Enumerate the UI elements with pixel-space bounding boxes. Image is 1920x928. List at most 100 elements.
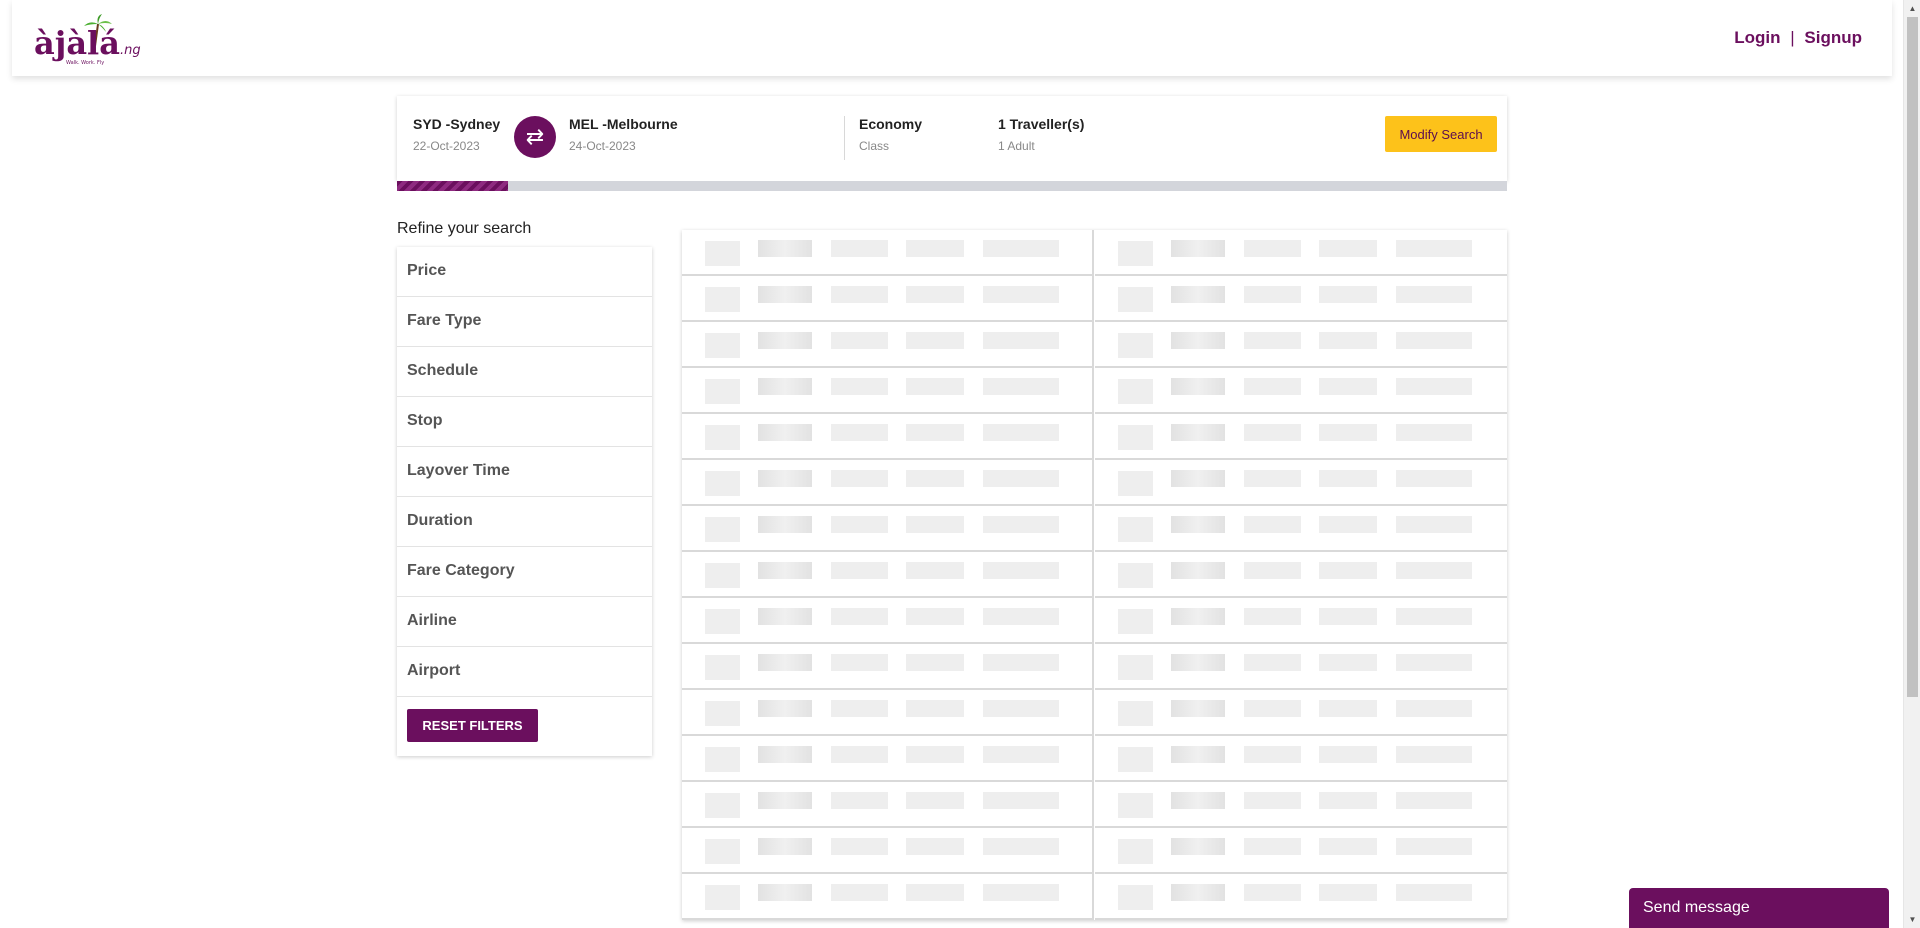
- skeleton-placeholder: [1244, 470, 1301, 487]
- skeleton-placeholder: [1244, 746, 1301, 763]
- skeleton-placeholder: [1396, 654, 1472, 671]
- skeleton-placeholder: [1396, 470, 1472, 487]
- skeleton-row: [1095, 598, 1507, 644]
- skeleton-placeholder: [1118, 563, 1153, 588]
- skeleton-placeholder: [906, 608, 964, 625]
- return-results-column: [1095, 230, 1507, 920]
- skeleton-placeholder: [831, 332, 888, 349]
- skeleton-placeholder: [1319, 562, 1377, 579]
- filter-fare-category[interactable]: Fare Category: [397, 547, 652, 597]
- ajala-logo[interactable]: àjàlá .ng Walk. Work. Fly: [32, 10, 152, 66]
- swap-route-icon[interactable]: ⇄: [514, 116, 556, 158]
- skeleton-placeholder: [1171, 700, 1225, 717]
- skeleton-placeholder: [1319, 286, 1377, 303]
- filter-stop[interactable]: Stop: [397, 397, 652, 447]
- skeleton-placeholder: [1396, 240, 1472, 257]
- skeleton-row: [1095, 276, 1507, 322]
- skeleton-placeholder: [1118, 839, 1153, 864]
- modify-search-button[interactable]: Modify Search: [1385, 116, 1497, 152]
- skeleton-placeholder: [831, 700, 888, 717]
- skeleton-placeholder: [758, 240, 812, 257]
- skeleton-placeholder: [1118, 793, 1153, 818]
- skeleton-placeholder: [1118, 655, 1153, 680]
- skeleton-placeholder: [1244, 792, 1301, 809]
- skeleton-placeholder: [1319, 654, 1377, 671]
- skeleton-placeholder: [1244, 332, 1301, 349]
- skeleton-placeholder: [758, 792, 812, 809]
- skeleton-placeholder: [983, 240, 1059, 257]
- filter-price[interactable]: Price: [397, 247, 652, 297]
- send-message-chat-button[interactable]: Send message: [1629, 888, 1889, 928]
- filter-schedule[interactable]: Schedule: [397, 347, 652, 397]
- skeleton-placeholder: [1171, 240, 1225, 257]
- skeleton-placeholder: [1396, 516, 1472, 533]
- skeleton-row: [1095, 828, 1507, 874]
- login-link[interactable]: Login: [1734, 28, 1780, 47]
- skeleton-placeholder: [1244, 608, 1301, 625]
- skeleton-placeholder: [1171, 562, 1225, 579]
- svg-text:Walk. Work. Fly: Walk. Work. Fly: [66, 60, 104, 66]
- skeleton-placeholder: [705, 839, 740, 864]
- cabin-class-value: Economy: [859, 116, 923, 132]
- skeleton-placeholder: [1171, 470, 1225, 487]
- filter-airline[interactable]: Airline: [397, 597, 652, 647]
- skeleton-placeholder: [1171, 884, 1225, 901]
- filter-fare-type[interactable]: Fare Type: [397, 297, 652, 347]
- skeleton-placeholder: [1171, 746, 1225, 763]
- skeleton-placeholder: [983, 562, 1059, 579]
- skeleton-placeholder: [906, 516, 964, 533]
- skeleton-row: [682, 552, 1092, 598]
- skeleton-placeholder: [906, 332, 964, 349]
- skeleton-placeholder: [906, 286, 964, 303]
- skeleton-row: [1095, 460, 1507, 506]
- skeleton-row: [1095, 736, 1507, 782]
- skeleton-row: [682, 736, 1092, 782]
- skeleton-placeholder: [1118, 701, 1153, 726]
- skeleton-placeholder: [1118, 287, 1153, 312]
- page-scrollbar[interactable]: ▲ ▼: [1903, 0, 1920, 928]
- skeleton-row: [1095, 782, 1507, 828]
- filters-panel: Price Fare Type Schedule Stop Layover Ti…: [397, 247, 652, 756]
- origin-block: SYD -Sydney 22-Oct-2023: [413, 116, 500, 153]
- svg-text:àjàlá: àjàlá: [34, 24, 120, 62]
- scroll-up-arrow-icon[interactable]: ▲: [1904, 0, 1920, 17]
- skeleton-placeholder: [983, 470, 1059, 487]
- skeleton-placeholder: [906, 884, 964, 901]
- skeleton-row: [682, 644, 1092, 690]
- skeleton-placeholder: [906, 700, 964, 717]
- skeleton-row: [1095, 230, 1507, 276]
- skeleton-placeholder: [1118, 241, 1153, 266]
- filter-layover-time[interactable]: Layover Time: [397, 447, 652, 497]
- skeleton-placeholder: [1319, 700, 1377, 717]
- scroll-thumb[interactable]: [1907, 17, 1918, 697]
- skeleton-placeholder: [1244, 286, 1301, 303]
- skeleton-placeholder: [831, 608, 888, 625]
- skeleton-placeholder: [983, 424, 1059, 441]
- skeleton-placeholder: [983, 884, 1059, 901]
- skeleton-placeholder: [831, 286, 888, 303]
- skeleton-placeholder: [831, 378, 888, 395]
- skeleton-placeholder: [983, 700, 1059, 717]
- skeleton-placeholder: [1319, 792, 1377, 809]
- refine-search-title: Refine your search: [397, 220, 532, 237]
- skeleton-row: [1095, 874, 1507, 920]
- auth-links: Login | Signup: [1734, 28, 1862, 48]
- search-progress-fill: [397, 181, 508, 191]
- filter-duration[interactable]: Duration: [397, 497, 652, 547]
- skeleton-placeholder: [705, 885, 740, 910]
- skeleton-placeholder: [1171, 792, 1225, 809]
- skeleton-placeholder: [983, 792, 1059, 809]
- filter-airport[interactable]: Airport: [397, 647, 652, 697]
- skeleton-placeholder: [1319, 746, 1377, 763]
- reset-filters-button[interactable]: RESET FILTERS: [407, 709, 538, 742]
- skeleton-placeholder: [758, 838, 812, 855]
- skeleton-placeholder: [1396, 562, 1472, 579]
- skeleton-placeholder: [1171, 332, 1225, 349]
- skeleton-placeholder: [1319, 516, 1377, 533]
- scroll-down-arrow-icon[interactable]: ▼: [1904, 911, 1920, 928]
- skeleton-row: [1095, 414, 1507, 460]
- skeleton-placeholder: [1319, 608, 1377, 625]
- skeleton-placeholder: [1319, 884, 1377, 901]
- signup-link[interactable]: Signup: [1804, 28, 1862, 47]
- skeleton-placeholder: [831, 424, 888, 441]
